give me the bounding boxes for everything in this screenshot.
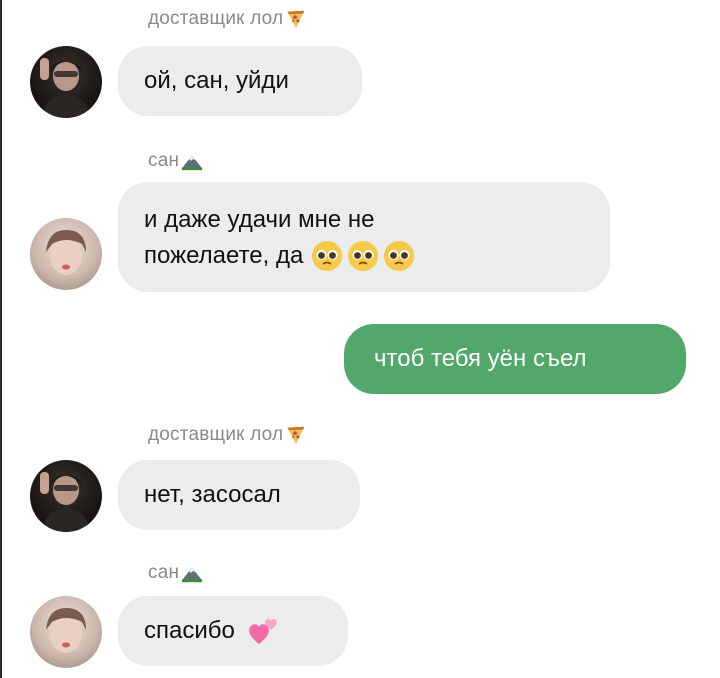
window-edge (0, 0, 2, 678)
pizza-icon (288, 10, 305, 29)
message-bubble-incoming[interactable]: спасибо (118, 596, 348, 666)
pleading-face-icon (348, 241, 379, 271)
avatar-photo (40, 472, 90, 532)
pizza-icon (288, 426, 305, 445)
sender-name-san: сан (148, 150, 203, 172)
two-hearts-icon (248, 618, 277, 644)
pleading-face-icon (312, 241, 343, 271)
avatar-san[interactable] (30, 596, 102, 668)
avatar-photo (46, 230, 86, 275)
message-bubble-incoming[interactable]: ой, сан, уйди (118, 46, 362, 116)
mountain-icon (182, 567, 203, 583)
sender-name-san: сан (148, 562, 203, 584)
message-bubble-outgoing[interactable]: чтоб тебя уён съел (344, 324, 686, 394)
pleading-face-icon (384, 241, 415, 271)
avatar-photo (46, 608, 86, 653)
avatar-san[interactable] (30, 218, 102, 290)
sender-name-dostavshchik: доставщик лол (148, 8, 307, 30)
sender-name-dostavshchik: доставщик лол (148, 424, 307, 446)
message-bubble-incoming[interactable]: и даже удачи мне не пожелаете, да (118, 182, 610, 292)
avatar-dostavshchik[interactable] (30, 46, 102, 118)
avatar-photo (40, 58, 90, 118)
avatar-dostavshchik[interactable] (30, 460, 102, 532)
mountain-icon (182, 155, 203, 171)
message-bubble-incoming[interactable]: нет, засосал (118, 460, 360, 530)
message-text: и даже удачи мне не пожелаете, да (144, 202, 415, 274)
